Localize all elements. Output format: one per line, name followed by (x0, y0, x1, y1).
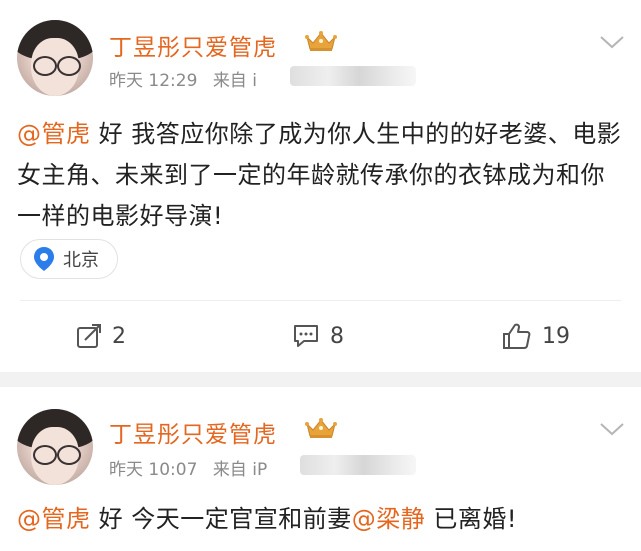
location-pin-icon (34, 247, 54, 271)
post-content: @管虎 好 我答应你除了成为你人生中的的好老婆、电影女主角、未来到了一定的年龄就… (17, 114, 627, 237)
username[interactable]: 丁昱彤只爱管虎 (109, 28, 277, 62)
mention-link[interactable]: @管虎 (17, 120, 91, 148)
crown-icon (305, 418, 337, 438)
post-time: 昨天 10:07 (109, 460, 198, 480)
comment-icon (294, 325, 318, 347)
redacted-source (300, 455, 416, 475)
avatar[interactable] (17, 409, 93, 485)
redacted-source (290, 66, 416, 86)
repost-count: 2 (112, 323, 126, 349)
thumbs-up-icon (503, 323, 531, 349)
username[interactable]: 丁昱彤只爱管虎 (109, 415, 277, 449)
crown-icon (305, 31, 337, 51)
post-content: @管虎 好 今天一定官宣和前妻@梁静 已离婚! (17, 499, 627, 540)
post-text: 好 我答应你除了成为你人生中的的好老婆、电影女主角、未来到了一定的年龄就传承你的… (17, 120, 622, 230)
like-button[interactable]: 19 (502, 316, 570, 356)
repost-button[interactable]: 2 (76, 316, 126, 356)
divider (20, 300, 621, 301)
weibo-post: 丁昱彤只爱管虎 昨天 12:29 来自 i @管虎 好 我答应你除了成为你人生中… (0, 0, 641, 372)
post-text: 已离婚! (425, 505, 518, 533)
post-meta: 昨天 10:07 来自 iP (109, 455, 277, 480)
repost-icon (77, 324, 101, 348)
avatar[interactable] (17, 20, 93, 96)
mention-link[interactable]: @管虎 (17, 505, 91, 533)
location-label: 北京 (63, 250, 99, 271)
action-bar: 2 8 19 (0, 316, 641, 356)
chevron-down-icon[interactable] (599, 421, 625, 437)
post-separator (0, 372, 641, 387)
location-tag[interactable]: 北京 (20, 239, 118, 279)
mention-link[interactable]: @梁静 (352, 505, 426, 533)
comment-count: 8 (330, 323, 344, 349)
post-meta: 昨天 12:29 来自 i (109, 66, 267, 91)
post-time: 昨天 12:29 (109, 71, 198, 91)
post-source: 来自 iP (212, 460, 268, 480)
comment-button[interactable]: 8 (292, 316, 344, 356)
post-source: 来自 i (212, 71, 257, 91)
weibo-post: 丁昱彤只爱管虎 昨天 10:07 来自 iP @管虎 好 今天一定官宣和前妻@梁… (0, 387, 641, 551)
chevron-down-icon[interactable] (599, 34, 625, 50)
post-text: 好 今天一定官宣和前妻 (90, 505, 352, 533)
weibo-feed: 丁昱彤只爱管虎 昨天 12:29 来自 i @管虎 好 我答应你除了成为你人生中… (0, 0, 641, 551)
like-count: 19 (542, 323, 570, 349)
